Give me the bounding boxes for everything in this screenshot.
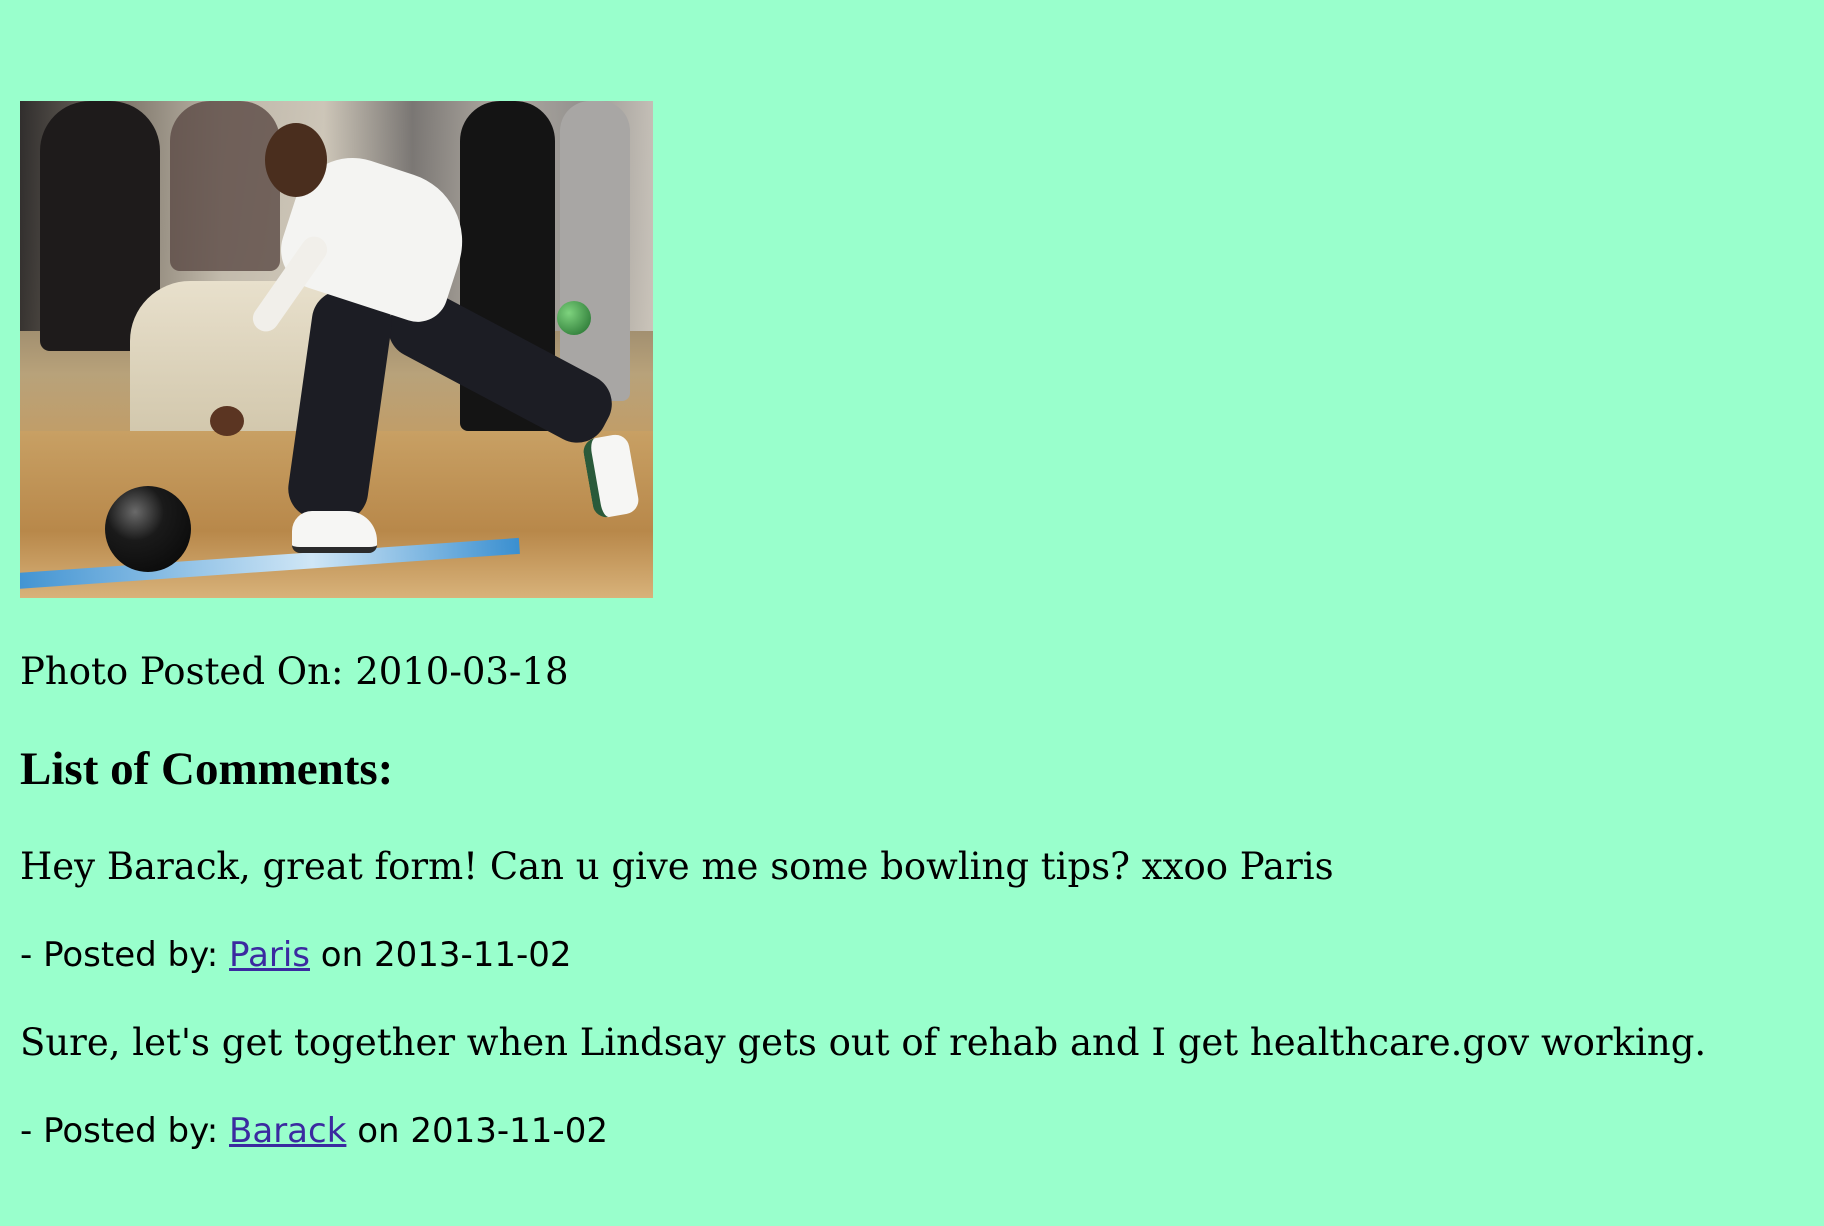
comment-author-link[interactable]: Paris (229, 935, 310, 975)
photo-bowler-shoe (292, 511, 377, 553)
photo-spectator (560, 101, 630, 401)
page: Photo Posted On: 2010-03-18 List of Comm… (0, 0, 1824, 1226)
comments-heading: List of Comments: (20, 743, 394, 795)
posted-by-label: - Posted by: (20, 1111, 219, 1151)
photo-bowler-hand (210, 406, 244, 436)
comment-text: Hey Barack, great form! Can u give me so… (20, 845, 1334, 888)
comment-meta: - Posted by: Paris on 2013-11-02 (20, 933, 572, 977)
comment-text: Sure, let's get together when Lindsay ge… (20, 1021, 1707, 1064)
on-label: on (357, 1111, 400, 1151)
photo-bowler-head (265, 123, 327, 197)
bowling-photo (20, 101, 653, 598)
posted-by-label: - Posted by: (20, 935, 219, 975)
photo-bowling-ball (105, 486, 191, 572)
comment-author-link[interactable]: Barack (229, 1111, 346, 1151)
comment-date: 2013-11-02 (410, 1111, 608, 1151)
photo-green-ball (557, 301, 591, 335)
photo-posted-on-date: 2010-03-18 (355, 650, 569, 693)
comment-date: 2013-11-02 (373, 935, 572, 975)
photo-posted-on-label: Photo Posted On: (20, 650, 344, 693)
on-label: on (320, 935, 364, 975)
photo-spectator (170, 101, 280, 271)
photo-posted-on: Photo Posted On: 2010-03-18 (20, 648, 569, 696)
comment-meta: - Posted by: Barack on 2013-11-02 (20, 1109, 608, 1153)
